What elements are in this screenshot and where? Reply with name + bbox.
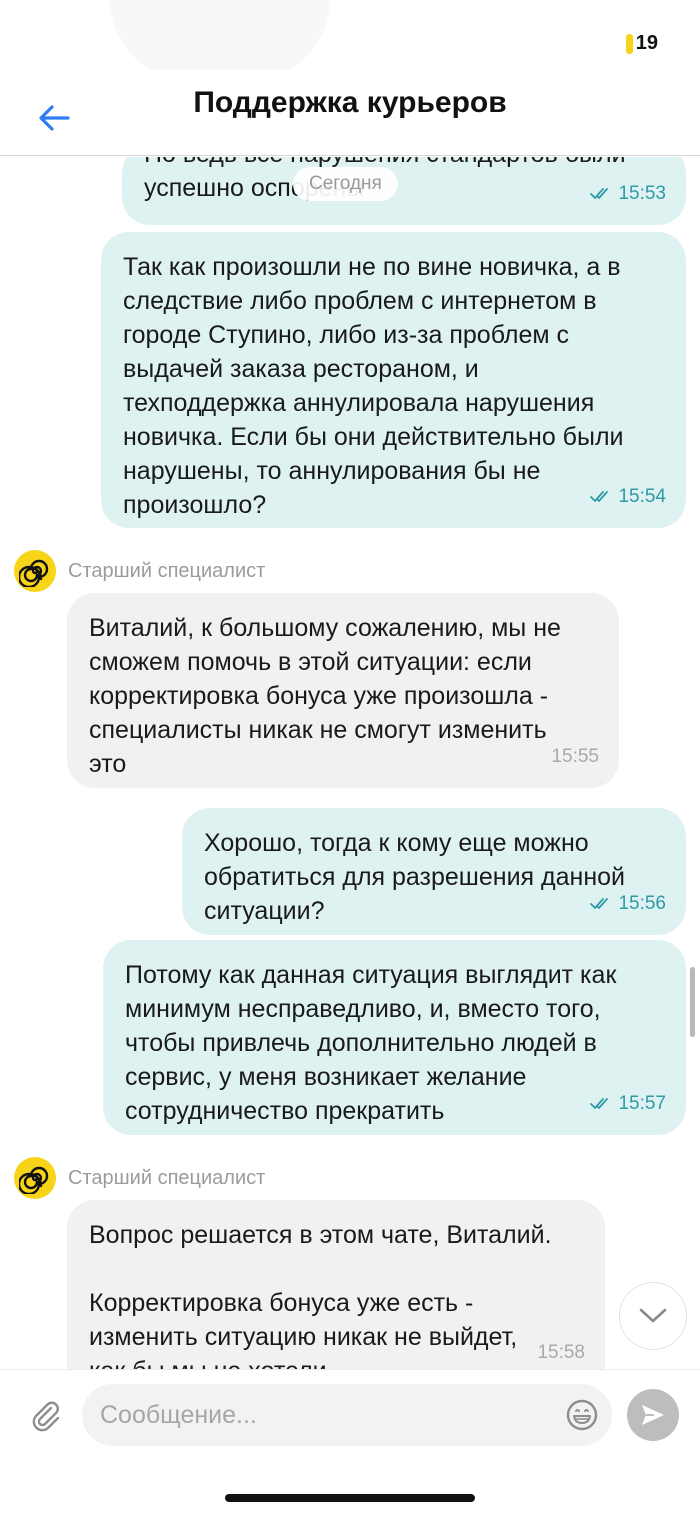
attach-button[interactable] — [26, 1396, 66, 1436]
emoji-button[interactable] — [564, 1397, 600, 1433]
message-text: Так как произошли не по вине новичка, а … — [123, 253, 624, 519]
scrollbar[interactable] — [690, 967, 695, 1037]
scroll-down-button[interactable] — [619, 1282, 687, 1350]
message-list[interactable]: Но ведь все нарушения стандартов были ус… — [0, 157, 700, 1369]
message-bubble-outgoing[interactable]: Хорошо, тогда к кому еще можно обратитьс… — [182, 808, 686, 935]
sender-name: Старший специалист — [68, 1166, 266, 1189]
battery-level: 19 — [635, 32, 658, 54]
double-check-icon — [590, 491, 612, 503]
sender-row: Старший специалист — [14, 550, 265, 592]
battery-icon — [625, 33, 633, 54]
message-bubble-incoming[interactable]: Виталий, к большому сожалению, мы не смо… — [67, 593, 619, 788]
message-meta: 15:57 — [590, 1087, 666, 1121]
message-text: Потому как данная ситуация выглядит как … — [125, 961, 617, 1125]
message-bubble-outgoing[interactable]: Потому как данная ситуация выглядит как … — [103, 940, 686, 1135]
double-check-icon — [590, 898, 612, 910]
spiral-logo-icon — [19, 1166, 49, 1194]
sender-name: Старший специалист — [68, 559, 266, 582]
avatar — [14, 550, 56, 592]
message-text: Виталий, к большому сожалению, мы не смо… — [89, 614, 561, 778]
message-meta: 15:56 — [590, 887, 666, 921]
spiral-logo-icon — [19, 559, 49, 587]
message-meta: 15:58 — [537, 1336, 585, 1369]
sender-row: Старший специалист — [14, 1157, 265, 1199]
send-icon — [642, 1405, 664, 1425]
paperclip-icon — [32, 1401, 60, 1432]
home-indicator — [225, 1494, 475, 1502]
message-time: 15:53 — [618, 183, 666, 204]
date-separator: Сегодня — [293, 167, 398, 201]
chat-header: Поддержка курьеров — [0, 70, 700, 156]
message-time: 15:55 — [551, 746, 599, 767]
avatar — [14, 1157, 56, 1199]
double-check-icon — [590, 1098, 612, 1110]
message-bubble-incoming[interactable]: Вопрос решается в этом чате, Виталий. Ко… — [67, 1200, 605, 1369]
message-time: 15:58 — [537, 1342, 585, 1363]
status-bar-blur — [110, 0, 330, 80]
message-field — [82, 1384, 612, 1446]
message-text: Вопрос решается в этом чате, Виталий. Ко… — [89, 1221, 552, 1369]
double-check-icon — [590, 188, 612, 200]
message-meta: 15:53 — [590, 177, 666, 211]
message-meta: 15:54 — [590, 480, 666, 514]
message-input[interactable] — [100, 1384, 540, 1446]
message-meta: 15:55 — [551, 740, 599, 774]
chevron-down-icon — [639, 1308, 667, 1323]
message-time: 15:54 — [618, 486, 666, 507]
message-bubble-outgoing[interactable]: Но ведь все нарушения стандартов были ус… — [122, 157, 686, 225]
message-time: 15:56 — [618, 893, 666, 914]
message-time: 15:57 — [618, 1093, 666, 1114]
battery-indicator: 19 — [625, 32, 658, 55]
page-title: Поддержка курьеров — [193, 86, 507, 119]
send-button[interactable] — [627, 1389, 679, 1441]
emoji-icon — [566, 1399, 598, 1431]
composer-bar — [0, 1369, 700, 1515]
message-bubble-outgoing[interactable]: Так как произошли не по вине новичка, а … — [101, 232, 686, 528]
